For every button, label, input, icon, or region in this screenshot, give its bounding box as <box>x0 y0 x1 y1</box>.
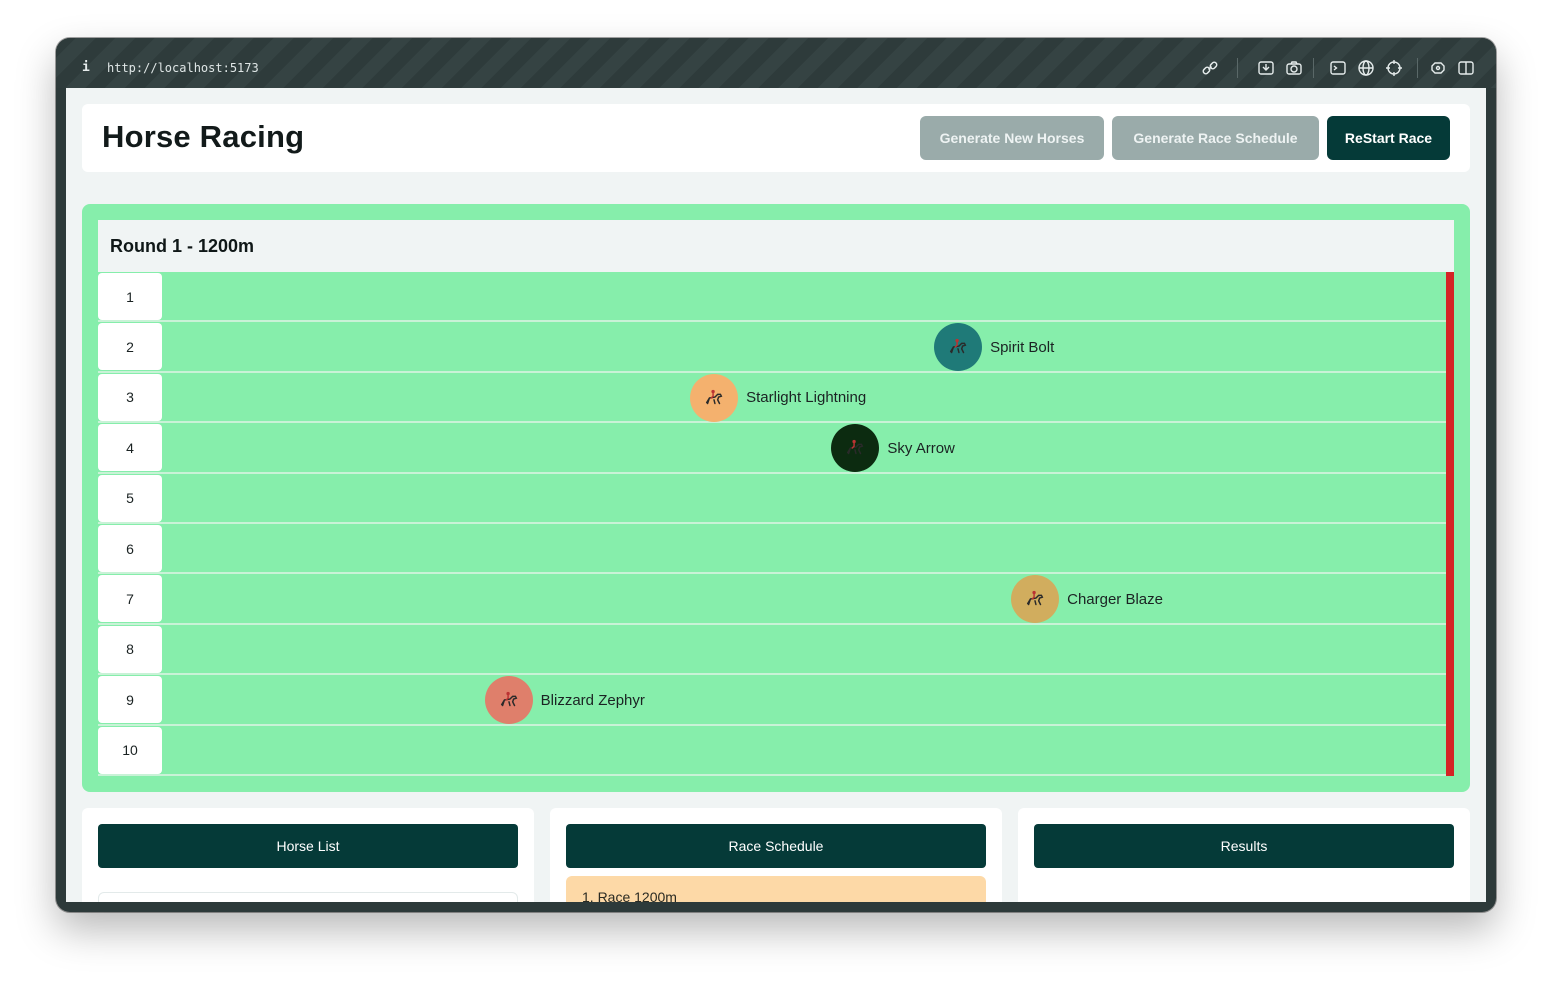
race-lane: 9 <box>98 675 1446 726</box>
lane-number: 4 <box>98 424 162 472</box>
race-lane: 7 <box>98 574 1446 625</box>
race-schedule-button[interactable]: Race Schedule <box>566 824 986 868</box>
schedule-item[interactable]: 1. Race 1200m <box>566 876 986 902</box>
horse-list-card: Horse List <box>82 808 534 902</box>
horse-name: Starlight Lightning <box>746 389 867 407</box>
page-title: Horse Racing <box>102 119 305 154</box>
lane-number: 2 <box>98 323 162 371</box>
horse-runner: Blizzard Zephyr <box>484 676 645 725</box>
lane-number: 5 <box>98 474 162 522</box>
toolbar-separator <box>1417 58 1418 78</box>
page-viewport: Horse Racing Generate New Horses Generat… <box>66 88 1486 902</box>
extension-icon[interactable] <box>1429 59 1447 77</box>
results-button[interactable]: Results <box>1034 824 1454 868</box>
horse-runner: Sky Arrow <box>831 424 955 473</box>
toolbar-separator <box>1237 58 1238 78</box>
lane-number: 9 <box>98 676 162 724</box>
horse-list-table <box>98 892 518 902</box>
race-track-panel: Round 1 - 1200m 1 2 3 4 5 6 7 8 9 10 Spirit Bolt St… <box>82 204 1470 792</box>
horse-name: Sky Arrow <box>887 439 955 457</box>
horse-name: Spirit Bolt <box>990 338 1055 356</box>
horse-avatar <box>690 373 739 422</box>
results-card: Results <box>1018 808 1470 902</box>
horse-list-button[interactable]: Horse List <box>98 824 518 868</box>
round-title: Round 1 - 1200m <box>110 236 255 256</box>
schedule-item-label: 1. Race 1200m <box>582 889 677 902</box>
race-lane: 5 <box>98 474 1446 524</box>
horse-runner: Charger Blaze <box>1011 575 1163 624</box>
race-lane: 4 <box>98 423 1446 474</box>
race-lane: 8 <box>98 625 1446 676</box>
browser-toolbar: i http://localhost:5173 <box>56 38 1496 88</box>
race-lane: 10 <box>98 726 1446 776</box>
race-schedule-card: Race Schedule 1. Race 1200m <box>550 808 1002 902</box>
generate-new-horses-button[interactable]: Generate New Horses <box>920 116 1104 160</box>
race-lane: 1 <box>98 272 1446 323</box>
globe-icon[interactable] <box>1357 59 1375 77</box>
horse-avatar <box>484 676 533 725</box>
horse-rider-icon <box>847 440 864 455</box>
sidebar-toggle-icon[interactable] <box>1457 59 1475 77</box>
horse-avatar <box>1011 575 1060 624</box>
lane-number: 6 <box>98 525 162 572</box>
race-lanes: 1 2 3 4 5 6 7 8 9 10 Spirit Bolt Starlight Lightnin… <box>98 272 1454 776</box>
browser-window: i http://localhost:5173 Horse Racing Gen… <box>56 38 1496 912</box>
race-lane: 6 <box>98 524 1446 575</box>
screenshot-area-icon[interactable] <box>1257 59 1275 77</box>
lane-number: 3 <box>98 373 162 421</box>
horse-runner: Starlight Lightning <box>690 373 867 422</box>
horse-avatar <box>831 424 880 473</box>
url-bar[interactable]: http://localhost:5173 <box>107 61 259 75</box>
horse-rider-icon <box>1027 591 1044 606</box>
link-icon[interactable] <box>1201 59 1219 77</box>
info-icon[interactable]: i <box>82 60 94 76</box>
generate-race-schedule-button[interactable]: Generate Race Schedule <box>1112 116 1319 160</box>
finish-line <box>1446 272 1454 776</box>
crosshair-icon[interactable] <box>1385 59 1403 77</box>
round-header: Round 1 - 1200m <box>98 220 1454 272</box>
terminal-icon[interactable] <box>1329 59 1347 77</box>
lane-number: 1 <box>98 273 162 320</box>
lane-number: 8 <box>98 625 162 673</box>
horse-name: Blizzard Zephyr <box>540 691 645 709</box>
lane-number: 7 <box>98 575 162 623</box>
horse-avatar <box>934 323 983 372</box>
app-header: Horse Racing Generate New Horses Generat… <box>82 104 1470 172</box>
horse-runner: Spirit Bolt <box>934 323 1055 372</box>
camera-icon[interactable] <box>1285 59 1303 77</box>
toolbar-separator <box>1313 58 1314 78</box>
horse-rider-icon <box>706 389 723 405</box>
horse-name: Charger Blaze <box>1067 590 1163 608</box>
horse-rider-icon <box>500 692 518 707</box>
race-lane: 2 <box>98 322 1446 373</box>
restart-race-button[interactable]: ReStart Race <box>1327 116 1450 160</box>
lane-number: 10 <box>98 726 162 774</box>
horse-rider-icon <box>950 339 967 354</box>
